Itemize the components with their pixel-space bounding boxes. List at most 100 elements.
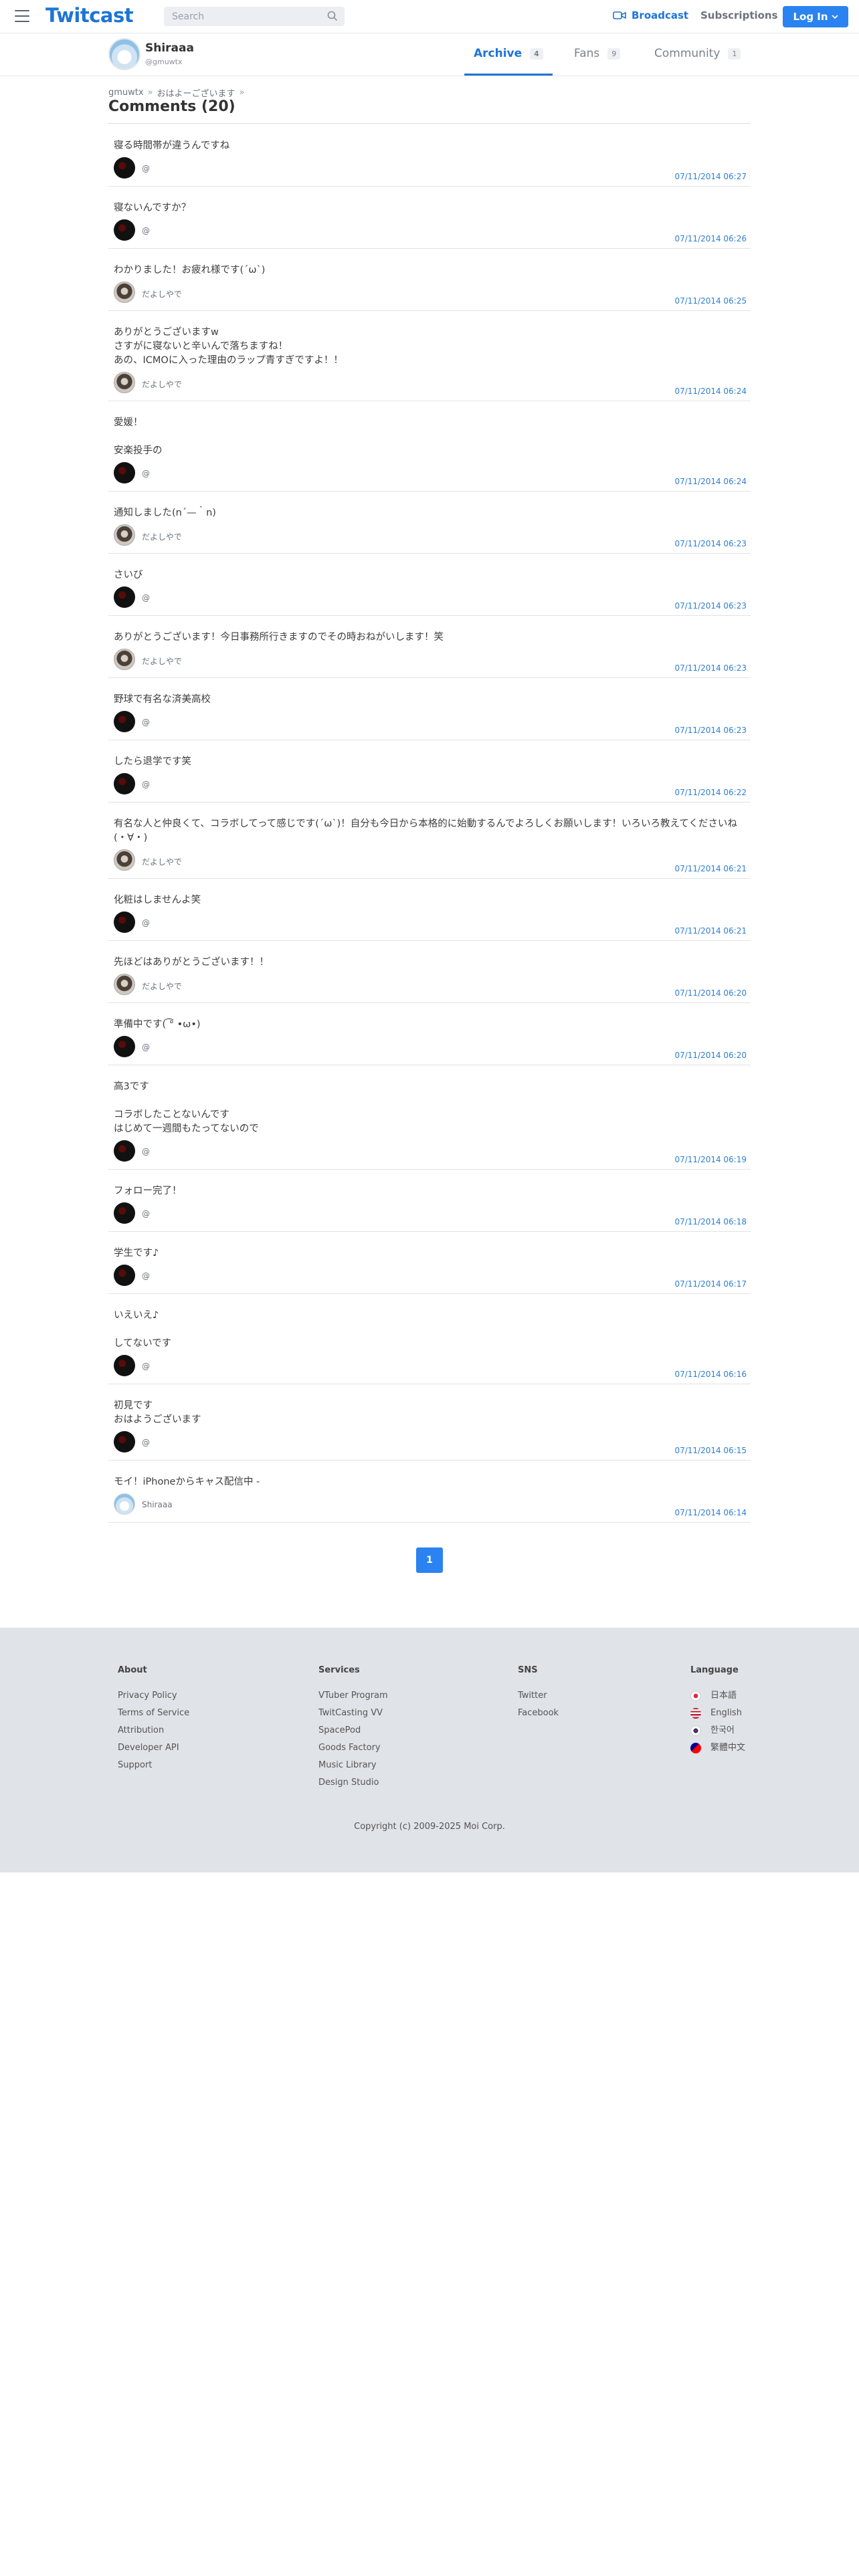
search-icon[interactable] <box>327 11 338 21</box>
twitcast-logo[interactable]: Twitcast <box>45 4 134 27</box>
footer-link-terms[interactable]: Terms of Service <box>118 1709 189 1718</box>
avatar[interactable] <box>114 1355 135 1376</box>
comment-date[interactable]: 07/11/2014 06:23 <box>674 726 747 735</box>
login-button[interactable]: Log In <box>783 6 848 27</box>
footer-link-vtuber[interactable]: VTuber Program <box>318 1691 388 1701</box>
comment-date[interactable]: 07/11/2014 06:21 <box>674 864 747 873</box>
comment-date[interactable]: 07/11/2014 06:27 <box>674 172 747 181</box>
avatar[interactable] <box>114 849 135 871</box>
comment-date[interactable]: 07/11/2014 06:20 <box>674 988 747 998</box>
comment-author[interactable]: @ <box>142 918 150 928</box>
comment-date[interactable]: 07/11/2014 06:23 <box>674 663 747 673</box>
comment-text: わかりました！お疲れ様です(´ω`) <box>114 265 266 276</box>
comment-author[interactable]: @ <box>142 1438 150 1447</box>
avatar[interactable] <box>114 1493 135 1515</box>
comment-date[interactable]: 07/11/2014 06:24 <box>674 477 747 486</box>
avatar[interactable] <box>114 524 135 546</box>
comment-date[interactable]: 07/11/2014 06:15 <box>674 1446 747 1455</box>
menu-icon[interactable] <box>15 10 29 22</box>
footer-link-goods-factory[interactable]: Goods Factory <box>318 1743 388 1753</box>
comment-date[interactable]: 07/11/2014 06:23 <box>674 601 747 611</box>
comment-item: 通知しました(n´—｀n) だよしやで 07/11/2014 06:23 <box>108 492 751 554</box>
avatar[interactable] <box>114 157 135 179</box>
tab-archive[interactable]: Archive 4 <box>474 47 543 60</box>
comment-author[interactable]: だよしやで <box>142 980 182 992</box>
avatar[interactable] <box>114 711 135 732</box>
comment-author[interactable]: だよしやで <box>142 856 182 867</box>
footer-link-facebook[interactable]: Facebook <box>518 1709 559 1718</box>
breadcrumb-broadcast[interactable]: おはよーございます <box>157 86 235 99</box>
footer-heading: Language <box>690 1665 739 1675</box>
footer-link-privacy[interactable]: Privacy Policy <box>118 1691 189 1701</box>
footer-link-twitcasting-vv[interactable]: TwitCasting VV <box>318 1709 388 1718</box>
language-english[interactable]: English <box>690 1708 745 1719</box>
footer-link-design-studio[interactable]: Design Studio <box>318 1778 388 1788</box>
breadcrumb-user[interactable]: gmuwtx <box>108 88 144 98</box>
language-traditional-chinese[interactable]: 繁體中文 <box>690 1743 745 1753</box>
comment-item: ありがとうございますw さすがに寝ないと辛いんで落ちますね！ あの、ICMOに入った… <box>108 311 751 401</box>
avatar[interactable] <box>114 372 135 393</box>
comment-date[interactable]: 07/11/2014 06:22 <box>674 788 747 797</box>
avatar[interactable] <box>114 1202 135 1224</box>
comment-author[interactable]: @ <box>142 1362 150 1371</box>
footer-link-support[interactable]: Support <box>118 1761 189 1770</box>
comment-text: コラボしたことないんです <box>114 1109 229 1120</box>
comment-author[interactable]: @ <box>142 1043 150 1052</box>
footer-link-spacepod[interactable]: SpacePod <box>318 1726 388 1735</box>
comment-author[interactable]: だよしやで <box>142 655 182 667</box>
comment-author[interactable]: @ <box>142 1209 150 1218</box>
avatar[interactable] <box>114 974 135 995</box>
tab-community[interactable]: Community 1 <box>654 47 741 60</box>
comment-date[interactable]: 07/11/2014 06:25 <box>674 296 747 306</box>
comment-author[interactable]: @ <box>142 1147 150 1156</box>
profile-name[interactable]: Shiraaa <box>145 41 194 55</box>
footer-link-twitter[interactable]: Twitter <box>518 1691 559 1701</box>
footer-link-developer-api[interactable]: Developer API <box>118 1743 189 1753</box>
comment-date[interactable]: 07/11/2014 06:18 <box>674 1217 747 1226</box>
page-1-button[interactable]: 1 <box>416 1547 443 1573</box>
comment-author[interactable]: @ <box>142 469 150 478</box>
comment-author[interactable]: @ <box>142 780 150 789</box>
avatar[interactable] <box>114 911 135 933</box>
comment-text: してないです <box>114 1338 172 1349</box>
subscriptions-link[interactable]: Subscriptions <box>700 9 778 21</box>
search-input[interactable] <box>164 7 318 26</box>
language-korean[interactable]: 한국어 <box>690 1725 745 1736</box>
language-japanese[interactable]: 日本語 <box>690 1691 745 1701</box>
comment-author[interactable]: @ <box>142 226 150 235</box>
comment-author[interactable]: @ <box>142 1271 150 1281</box>
comment-author[interactable]: @ <box>142 593 150 603</box>
footer-link-attribution[interactable]: Attribution <box>118 1726 189 1735</box>
footer-link-music-library[interactable]: Music Library <box>318 1761 388 1770</box>
comment-author[interactable]: だよしやで <box>142 531 182 542</box>
comment-date[interactable]: 07/11/2014 06:21 <box>674 926 747 936</box>
comment-date[interactable]: 07/11/2014 06:17 <box>674 1279 747 1289</box>
avatar[interactable] <box>114 1140 135 1162</box>
comment-date[interactable]: 07/11/2014 06:24 <box>674 387 747 396</box>
avatar[interactable] <box>114 586 135 608</box>
avatar[interactable] <box>114 649 135 670</box>
avatar[interactable] <box>114 1036 135 1057</box>
broadcast-link[interactable]: Broadcast <box>613 9 688 21</box>
avatar[interactable] <box>114 1431 135 1453</box>
comment-author[interactable]: @ <box>142 164 150 173</box>
comment-date[interactable]: 07/11/2014 06:14 <box>674 1508 747 1517</box>
avatar[interactable] <box>114 462 135 484</box>
avatar[interactable] <box>114 282 135 303</box>
comment-item: したら退学です笑 @07/11/2014 06:22 <box>108 740 751 802</box>
avatar[interactable] <box>114 773 135 794</box>
comment-date[interactable]: 07/11/2014 06:23 <box>674 539 747 548</box>
comment-author[interactable]: だよしやで <box>142 288 182 300</box>
tab-fans[interactable]: Fans 9 <box>574 47 621 60</box>
avatar[interactable] <box>108 38 140 70</box>
avatar[interactable] <box>114 1265 135 1286</box>
comment-date[interactable]: 07/11/2014 06:26 <box>674 234 747 243</box>
comment-author[interactable]: Shiraaa <box>142 1500 173 1509</box>
comment-author[interactable]: だよしやで <box>142 379 182 390</box>
comment-date[interactable]: 07/11/2014 06:20 <box>674 1051 747 1060</box>
comment-date[interactable]: 07/11/2014 06:19 <box>674 1155 747 1164</box>
comment-author[interactable]: @ <box>142 718 150 727</box>
avatar[interactable] <box>114 219 135 241</box>
tab-label: Archive <box>474 47 522 60</box>
comment-date[interactable]: 07/11/2014 06:16 <box>674 1370 747 1379</box>
